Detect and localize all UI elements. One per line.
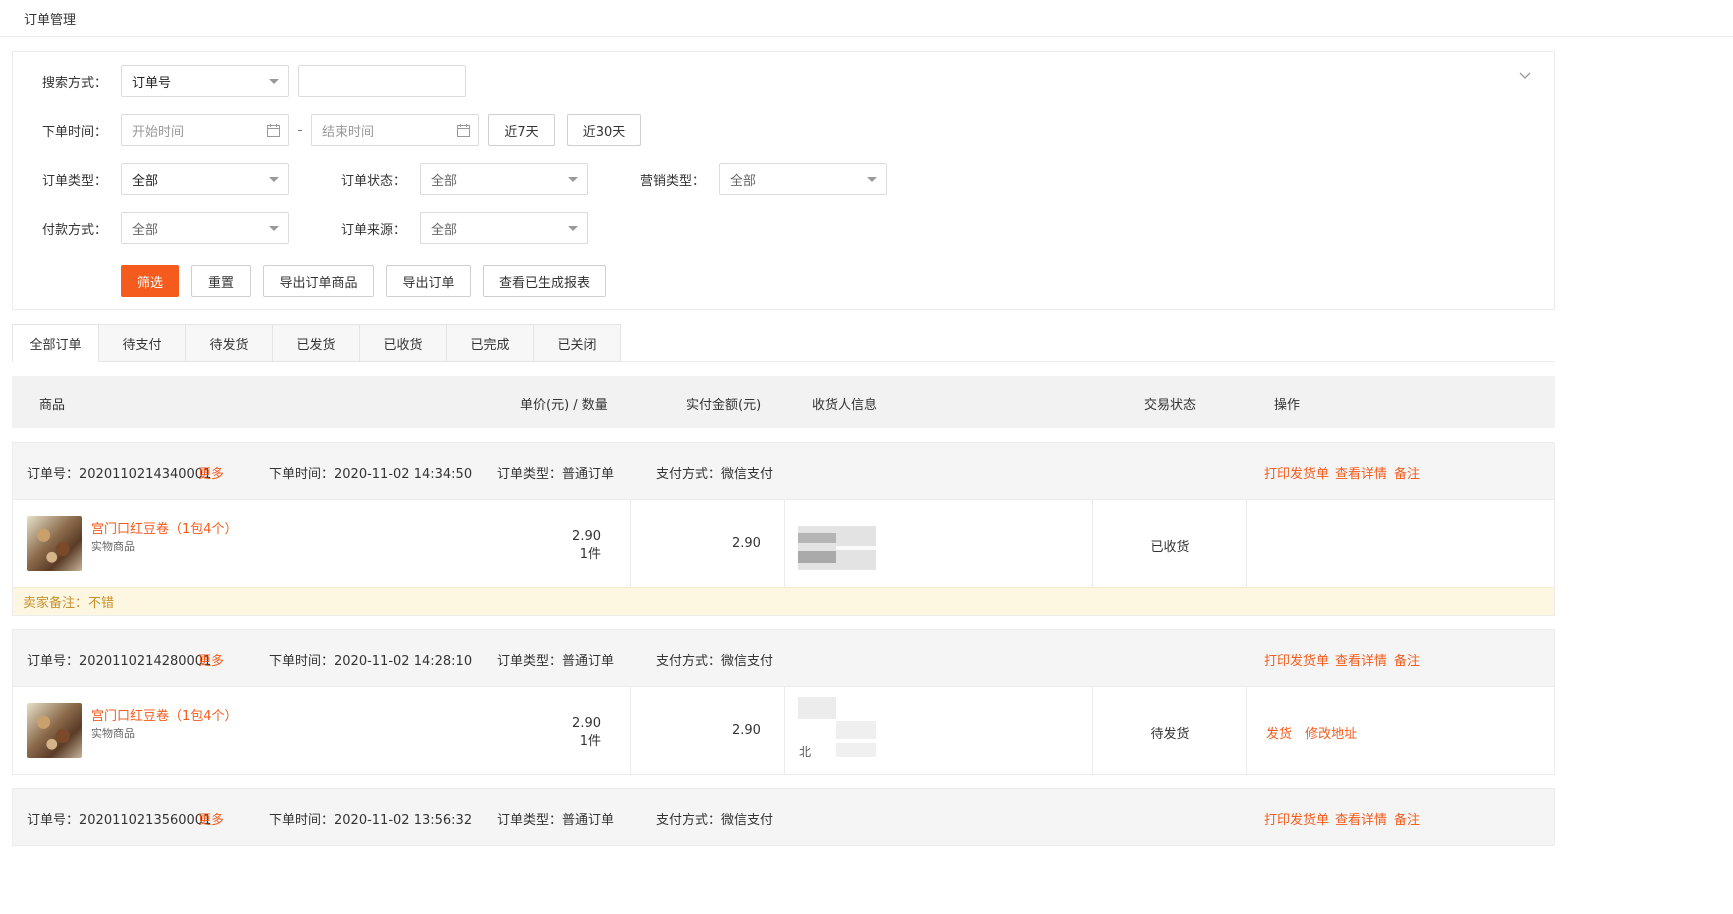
- order-status-tabs: 全部订单 待支付 待发货 已发货 已收货 已完成 已关闭: [12, 324, 1555, 362]
- pay-method: 微信支付: [721, 813, 774, 828]
- order-number: 2020110213560001: [79, 813, 212, 828]
- order-time: 2020-11-02 14:28:10: [334, 654, 473, 669]
- calendar-icon: [457, 124, 470, 137]
- order-type: 普通订单: [562, 813, 615, 828]
- date-range-separator: -: [297, 122, 303, 138]
- product-type: 实物商品: [91, 540, 135, 553]
- product-thumbnail[interactable]: [27, 703, 82, 758]
- tab-all-orders[interactable]: 全部订单: [12, 324, 99, 362]
- tab-received[interactable]: 已收货: [360, 324, 447, 362]
- pay-method-select[interactable]: 全部: [121, 212, 289, 244]
- reset-button[interactable]: 重置: [191, 265, 251, 297]
- order-number: 2020110214340001: [79, 467, 212, 482]
- column-receiver: 收货人信息: [812, 398, 878, 413]
- last-30-days-button[interactable]: 近30天: [567, 114, 641, 146]
- calendar-icon: [267, 124, 280, 137]
- column-goods: 商品: [39, 398, 66, 413]
- order-type-label: 订单类型：: [41, 173, 107, 189]
- remark-link[interactable]: 备注: [1394, 463, 1420, 482]
- column-status: 交易状态: [1144, 398, 1197, 413]
- tab-pending-payment[interactable]: 待支付: [99, 324, 186, 362]
- column-price-qty: 单价(元) / 数量: [520, 398, 608, 413]
- product-thumbnail[interactable]: [27, 516, 82, 571]
- paid-amount: 2.90: [732, 536, 761, 551]
- filter-button[interactable]: 筛选: [121, 265, 179, 297]
- print-invoice-link[interactable]: 打印发货单: [1264, 463, 1329, 482]
- tab-shipped[interactable]: 已发货: [273, 324, 360, 362]
- order-header: 订单号：2020110214280001 更多 下单时间：2020-11-02 …: [13, 630, 1554, 687]
- order-type-select[interactable]: 全部: [121, 163, 289, 195]
- view-details-link[interactable]: 查看详情: [1335, 809, 1387, 828]
- order-header: 订单号：2020110214340001 更多 下单时间：2020-11-02 …: [13, 443, 1554, 500]
- order-type: 普通订单: [562, 654, 615, 669]
- seller-note: 卖家备注：不错: [13, 587, 1554, 615]
- more-link[interactable]: 更多: [198, 463, 224, 482]
- marketing-type-label: 营销类型：: [639, 173, 705, 189]
- tab-pending-shipment[interactable]: 待发货: [186, 324, 273, 362]
- unit-price: 2.90: [572, 716, 601, 731]
- export-orders-button[interactable]: 导出订单: [386, 265, 471, 297]
- product-name-link[interactable]: 宫门口红豆卷（1包4个）: [91, 518, 238, 537]
- pay-method: 微信支付: [721, 654, 774, 669]
- order-number: 2020110214280001: [79, 654, 212, 669]
- remark-link[interactable]: 备注: [1394, 650, 1420, 669]
- order-time: 2020-11-02 14:34:50: [334, 467, 473, 482]
- quantity: 1件: [579, 734, 601, 749]
- price-qty: 2.90 1件: [572, 528, 601, 564]
- order-status-label: 订单状态：: [340, 173, 406, 189]
- print-invoice-link[interactable]: 打印发货单: [1264, 650, 1329, 669]
- print-invoice-link[interactable]: 打印发货单: [1264, 809, 1329, 828]
- more-link[interactable]: 更多: [198, 650, 224, 669]
- filter-panel: 搜索方式： 订单号 下单时间： 开始时间 - 结束时间 近7天 近30天 订单类…: [12, 51, 1555, 310]
- search-type-label: 搜索方式：: [41, 75, 107, 91]
- export-order-goods-button[interactable]: 导出订单商品: [263, 265, 374, 297]
- order-source-select[interactable]: 全部: [420, 212, 588, 244]
- trade-status: 待发货: [1150, 727, 1190, 742]
- column-paid: 实付金额(元): [686, 398, 762, 413]
- page-title: 订单管理: [24, 12, 77, 28]
- remark-link[interactable]: 备注: [1394, 809, 1420, 828]
- search-type-select[interactable]: 订单号: [121, 65, 289, 97]
- tab-closed[interactable]: 已关闭: [534, 324, 621, 362]
- view-details-link[interactable]: 查看详情: [1335, 463, 1387, 482]
- table-header: 商品 单价(元) / 数量 实付金额(元) 收货人信息 交易状态 操作: [12, 376, 1555, 428]
- column-ops: 操作: [1274, 398, 1301, 413]
- paid-amount: 2.90: [732, 723, 761, 738]
- order-type: 普通订单: [562, 467, 615, 482]
- pay-method: 微信支付: [721, 467, 774, 482]
- start-date-input[interactable]: 开始时间: [121, 114, 289, 146]
- receiver-text: 北: [799, 745, 812, 759]
- order-time-label: 下单时间：: [41, 124, 107, 140]
- end-date-input[interactable]: 结束时间: [311, 114, 479, 146]
- order-time: 2020-11-02 13:56:32: [334, 813, 473, 828]
- view-reports-button[interactable]: 查看已生成报表: [483, 265, 606, 297]
- more-link[interactable]: 更多: [198, 809, 224, 828]
- order-row: 宫门口红豆卷（1包4个） 实物商品 2.90 1件 2.90 北 待发货 发货 …: [13, 687, 1554, 774]
- order-card: 订单号：2020110214280001 更多 下单时间：2020-11-02 …: [12, 629, 1555, 775]
- marketing-type-select[interactable]: 全部: [719, 163, 887, 195]
- product-name-link[interactable]: 宫门口红豆卷（1包4个）: [91, 705, 238, 724]
- search-input[interactable]: [298, 65, 466, 97]
- price-qty: 2.90 1件: [572, 715, 601, 751]
- order-card: 订单号：2020110213560001 更多 下单时间：2020-11-02 …: [12, 788, 1555, 846]
- quantity: 1件: [579, 547, 601, 562]
- tab-completed[interactable]: 已完成: [447, 324, 534, 362]
- trade-status: 已收货: [1150, 540, 1190, 555]
- order-status-select[interactable]: 全部: [420, 163, 588, 195]
- last-7-days-button[interactable]: 近7天: [488, 114, 555, 146]
- order-row: 宫门口红豆卷（1包4个） 实物商品 2.90 1件 2.90 已收货: [13, 500, 1554, 587]
- order-card: 订单号：2020110214340001 更多 下单时间：2020-11-02 …: [12, 442, 1555, 616]
- page-header: 订单管理: [0, 0, 1733, 37]
- chevron-down-icon[interactable]: [1518, 68, 1532, 82]
- product-type: 实物商品: [91, 727, 135, 740]
- order-header: 订单号：2020110213560001 更多 下单时间：2020-11-02 …: [13, 789, 1554, 846]
- unit-price: 2.90: [572, 529, 601, 544]
- pay-method-label: 付款方式：: [41, 222, 107, 238]
- ship-button[interactable]: 发货: [1266, 727, 1292, 742]
- order-source-label: 订单来源：: [340, 222, 406, 238]
- view-details-link[interactable]: 查看详情: [1335, 650, 1387, 669]
- modify-address-button[interactable]: 修改地址: [1305, 727, 1357, 742]
